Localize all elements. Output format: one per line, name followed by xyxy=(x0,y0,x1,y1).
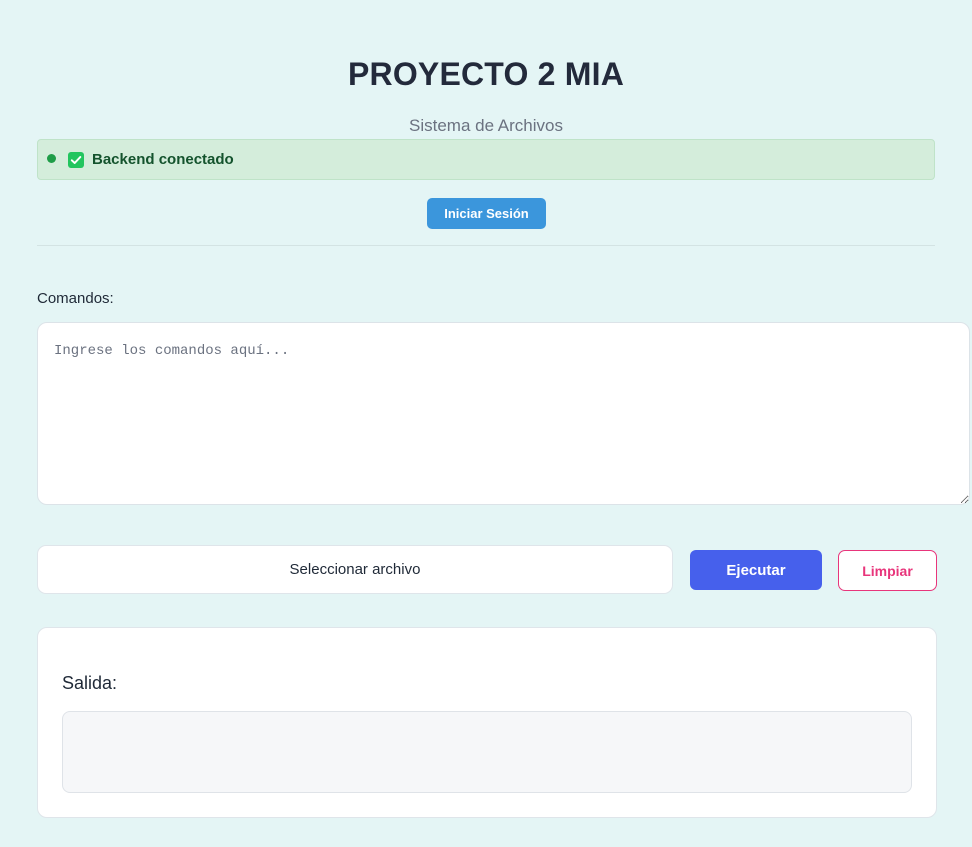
login-button[interactable]: Iniciar Sesión xyxy=(427,198,546,229)
output-label: Salida: xyxy=(62,673,118,693)
file-select-button[interactable]: Seleccionar archivo xyxy=(37,545,673,594)
page-subtitle: Sistema de Archivos xyxy=(408,116,563,135)
commands-input[interactable] xyxy=(37,322,970,505)
page-title: PROYECTO 2 MIA xyxy=(347,56,625,92)
status-dot-icon xyxy=(47,153,56,163)
divider xyxy=(37,245,935,246)
output-box xyxy=(62,711,912,793)
clear-button[interactable]: Limpiar xyxy=(838,550,937,591)
status-text: Backend conectado xyxy=(92,151,234,168)
output-card: Salida: xyxy=(37,627,937,818)
check-box-icon xyxy=(68,151,84,168)
execute-button[interactable]: Ejecutar xyxy=(690,550,822,590)
commands-label: Comandos: xyxy=(37,290,114,307)
connection-status-bar: Backend conectado xyxy=(37,139,935,180)
